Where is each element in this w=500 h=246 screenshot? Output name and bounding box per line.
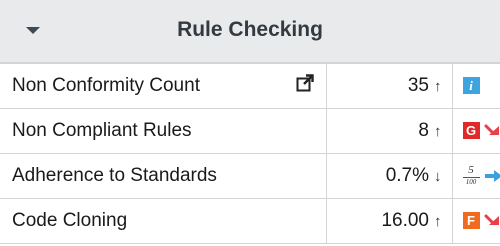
arrow-up-icon: ↑ (434, 123, 442, 140)
metric-name: Non Compliant Rules (12, 120, 192, 141)
external-link-icon[interactable] (296, 74, 314, 92)
grade-g-icon: G (462, 122, 480, 140)
metric-value: 0.7% (385, 165, 429, 186)
metric-value: 8 (418, 120, 429, 141)
metric-icon-cell: 5 100 (451, 153, 500, 199)
fraction-score-icon: 5 100 (462, 165, 480, 186)
table-row: Non Conformity Count 35 ↑ i (0, 63, 500, 109)
grade-f-icon: F (462, 212, 480, 230)
metric-name-cell: Adherence to Standards (0, 153, 327, 199)
trend-down-red-icon (484, 124, 499, 135)
trend-down-red-icon (484, 214, 499, 225)
metric-value: 16.00 (381, 210, 429, 231)
metric-name: Non Conformity Count (12, 75, 200, 96)
metric-icon-cell: i (451, 63, 500, 109)
metric-value: 35 (407, 75, 429, 96)
metric-value-cell: 8 ↑ (325, 108, 453, 154)
widget-title: Rule Checking (177, 18, 323, 41)
metric-name-cell: Code Cloning (0, 198, 327, 244)
arrow-up-icon: ↑ (434, 213, 442, 230)
metric-name: Adherence to Standards (12, 165, 217, 186)
widget-header: Rule Checking (0, 0, 500, 63)
metric-name-cell: Non Conformity Count (0, 63, 327, 109)
chevron-down-icon[interactable] (26, 27, 40, 34)
table-row: Adherence to Standards 0.7% ↓ 5 100 (0, 153, 500, 199)
metric-icon-cell: G (451, 108, 500, 154)
arrow-up-icon: ↑ (434, 78, 442, 95)
metric-value-cell: 16.00 ↑ (325, 198, 453, 244)
metric-icon-cell: F (451, 198, 500, 244)
metric-value-cell: 0.7% ↓ (325, 153, 453, 199)
arrow-down-icon: ↓ (434, 168, 442, 185)
info-icon[interactable]: i (462, 77, 480, 95)
metric-name-cell: Non Compliant Rules (0, 108, 327, 154)
metric-name: Code Cloning (12, 210, 128, 231)
metric-value-cell: 35 ↑ (325, 63, 453, 109)
rule-checking-widget: Rule Checking Non Conformity Count 35 ↑ i (0, 0, 500, 246)
trend-flat-blue-icon (484, 169, 500, 182)
metrics-table: Non Conformity Count 35 ↑ i Non Compliant… (0, 63, 500, 244)
table-row: Non Compliant Rules 8 ↑ G (0, 108, 500, 154)
table-row: Code Cloning 16.00 ↑ F (0, 198, 500, 244)
